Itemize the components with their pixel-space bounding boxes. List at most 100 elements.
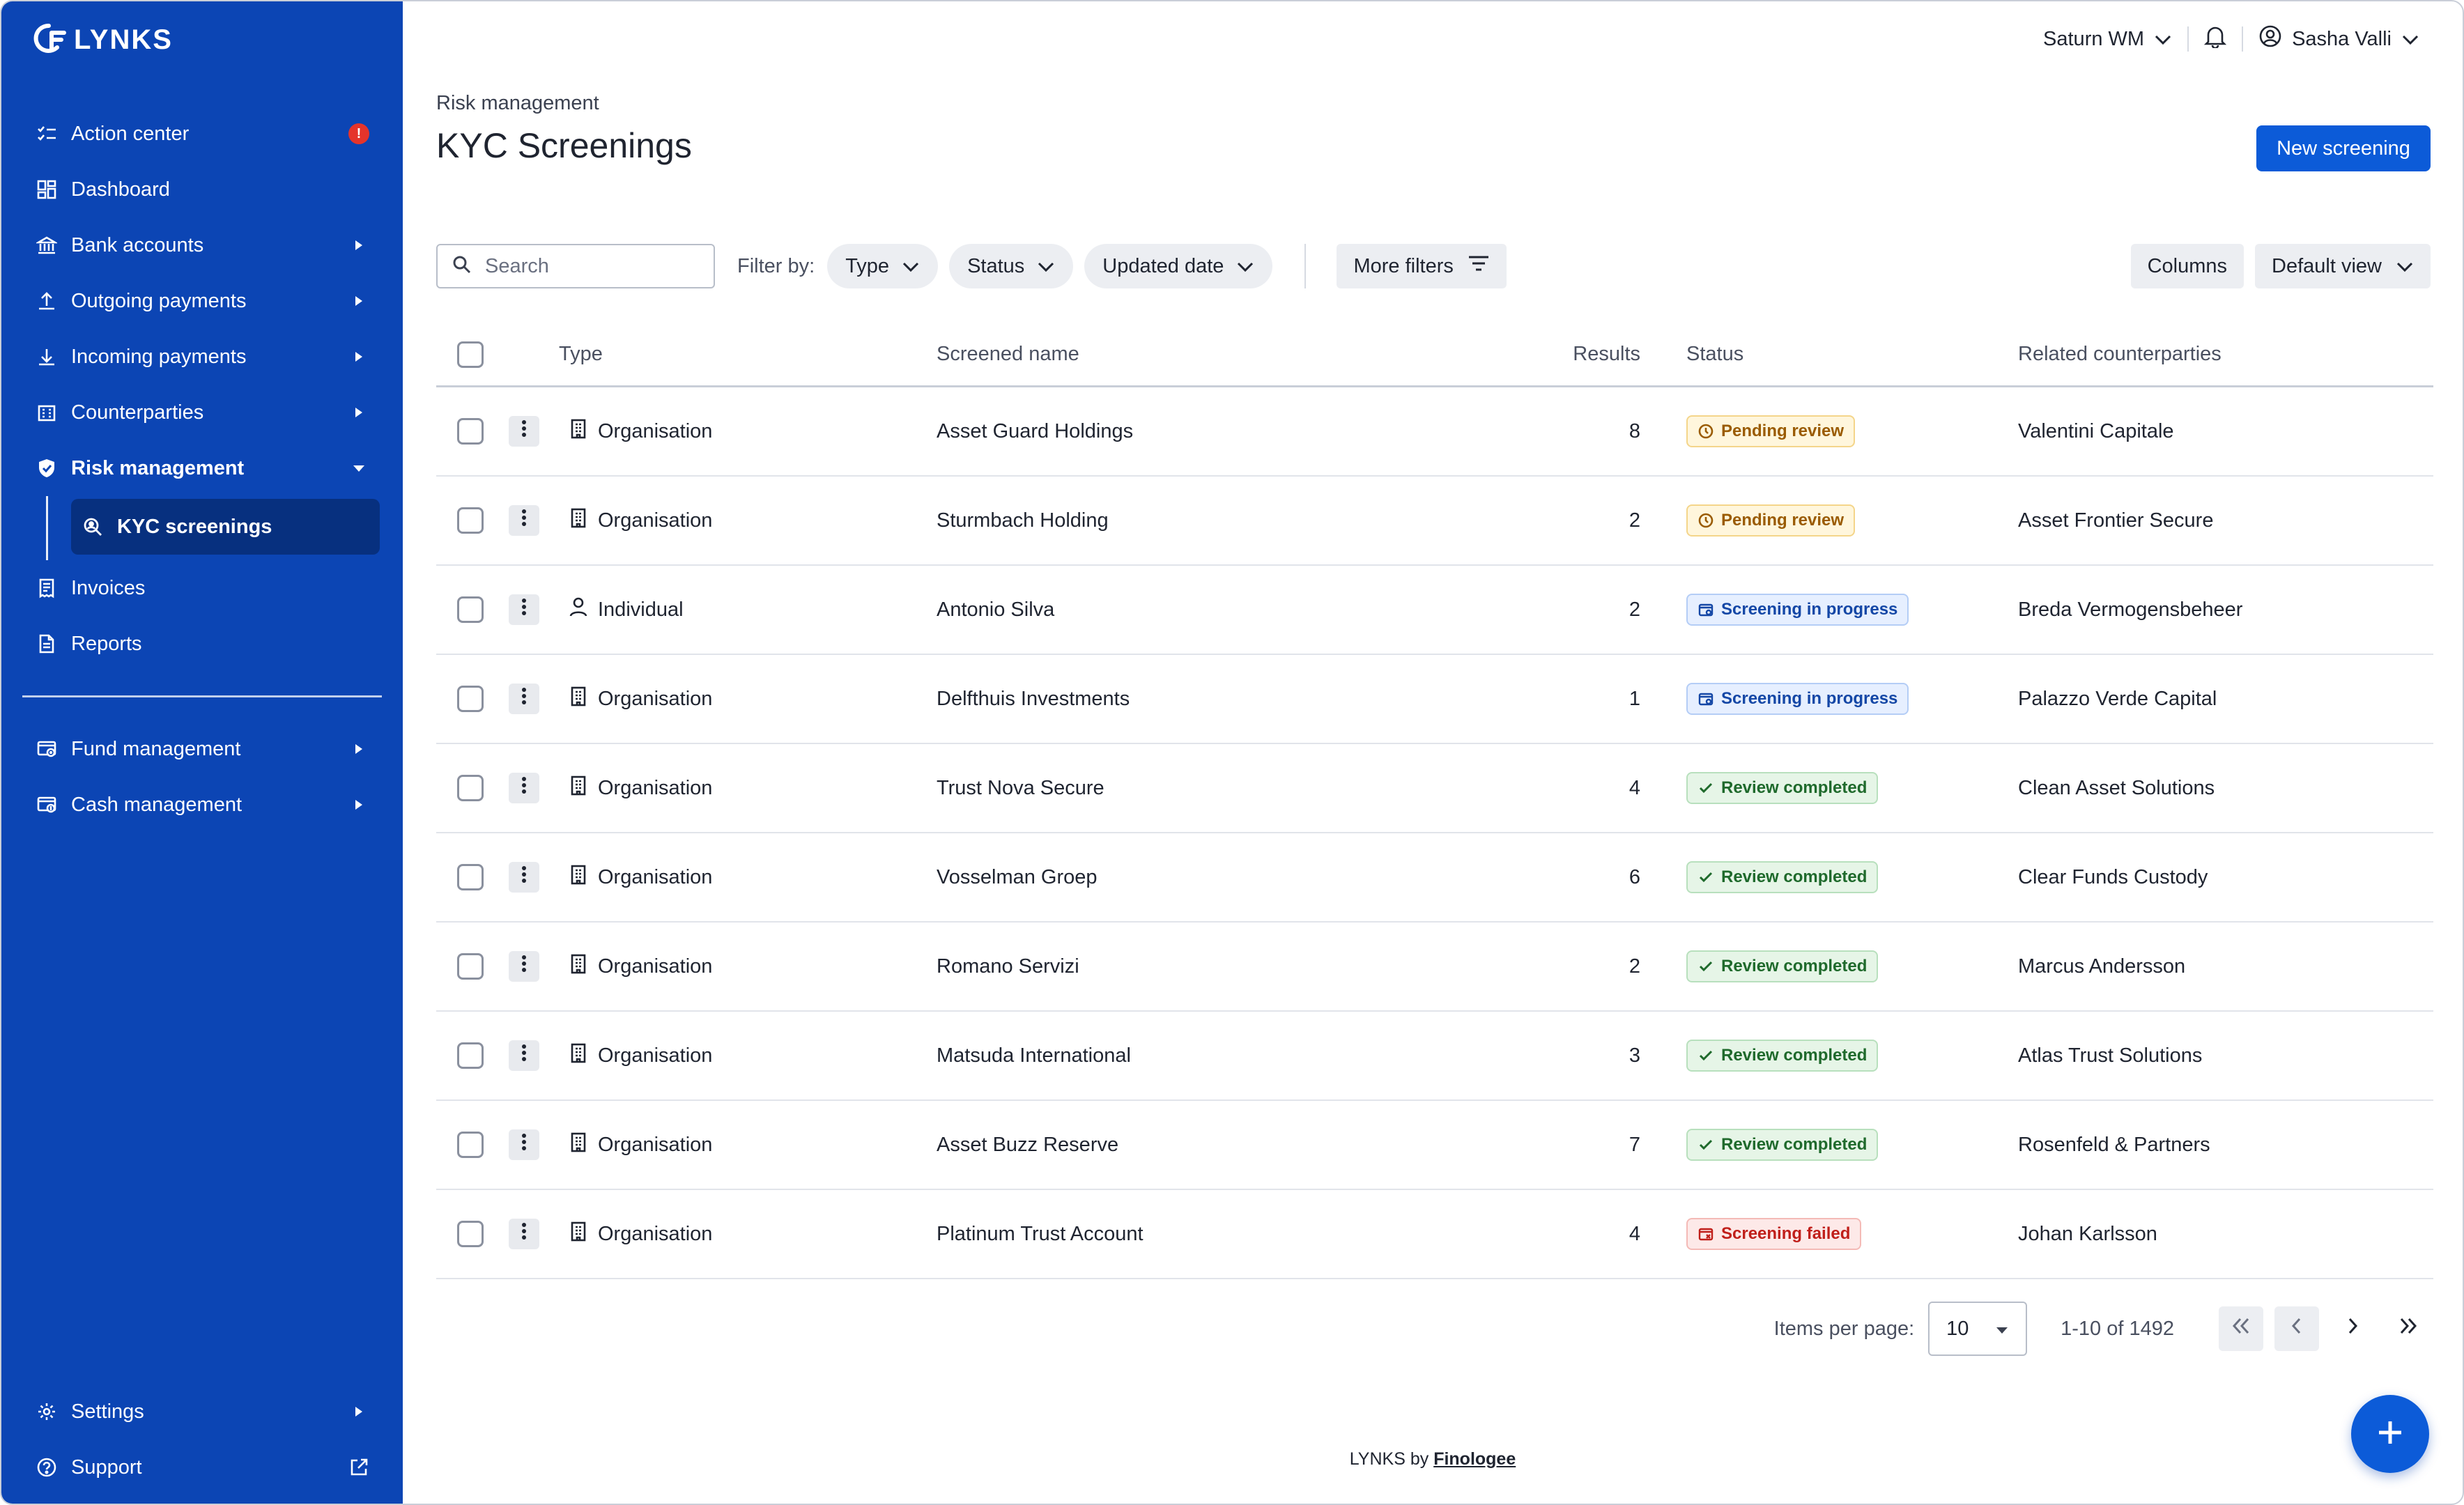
view-selector[interactable]: Default view <box>2255 244 2431 288</box>
search-icon <box>452 254 472 279</box>
row-results: 1 <box>1628 687 1640 710</box>
row-menu-button[interactable] <box>509 862 539 893</box>
table-row[interactable]: Organisation Sturmbach Holding 2 Pending… <box>436 477 2433 566</box>
more-filters-button[interactable]: More filters <box>1337 244 1507 288</box>
row-menu-button[interactable] <box>509 594 539 625</box>
sidebar-item-fund-management[interactable]: Fund management <box>1 721 403 777</box>
table-row[interactable]: Organisation Asset Buzz Reserve 7 Review… <box>436 1101 2433 1190</box>
caret-right-icon <box>348 346 369 367</box>
screening-failed-icon <box>1697 1226 1714 1242</box>
select-all-checkbox[interactable] <box>457 341 484 368</box>
filter-updated-date[interactable]: Updated date <box>1084 244 1273 288</box>
header-status[interactable]: Status <box>1640 343 2018 366</box>
row-type: Individual <box>598 598 684 621</box>
row-screened-name: Sturmbach Holding <box>937 509 1109 532</box>
sidebar-item-reports[interactable]: Reports <box>1 616 403 672</box>
header-type[interactable]: Type <box>559 343 937 366</box>
row-checkbox[interactable] <box>457 1042 484 1069</box>
notifications-button[interactable] <box>2189 18 2242 60</box>
sidebar-item-kyc-screenings[interactable]: KYC screenings <box>71 499 380 555</box>
table-row[interactable]: Organisation Asset Guard Holdings 8 Pend… <box>436 387 2433 477</box>
filter-divider <box>1304 244 1307 288</box>
sidebar-item-counterparties[interactable]: Counterparties <box>1 385 403 440</box>
header-related-counterparties[interactable]: Related counterparties <box>2018 343 2433 366</box>
previous-page-button[interactable] <box>2274 1306 2319 1351</box>
sidebar-item-bank-accounts[interactable]: Bank accounts <box>1 217 403 273</box>
filter-status[interactable]: Status <box>949 244 1074 288</box>
row-menu-button[interactable] <box>509 1040 539 1071</box>
row-screened-name: Romano Servizi <box>937 955 1079 978</box>
next-page-button[interactable] <box>2330 1306 2375 1351</box>
row-menu-button[interactable] <box>509 1129 539 1160</box>
row-results: 3 <box>1628 1044 1640 1067</box>
row-checkbox[interactable] <box>457 596 484 623</box>
row-type: Organisation <box>598 955 713 978</box>
table-row[interactable]: Individual Antonio Silva 2 Screening in … <box>436 566 2433 655</box>
finologee-link[interactable]: Finologee <box>1433 1449 1516 1469</box>
items-per-page-select[interactable]: 10 <box>1928 1302 2028 1356</box>
row-checkbox[interactable] <box>457 864 484 890</box>
row-screened-name: Vosselman Groep <box>937 865 1098 888</box>
table-row[interactable]: Organisation Trust Nova Secure 4 Review … <box>436 744 2433 833</box>
kebab-icon <box>521 776 527 800</box>
row-menu-button[interactable] <box>509 773 539 803</box>
check-icon <box>1697 1136 1714 1153</box>
kebab-icon <box>521 1222 527 1246</box>
breadcrumb[interactable]: Risk management <box>436 92 599 115</box>
row-checkbox[interactable] <box>457 1132 484 1158</box>
user-menu[interactable]: Sasha Valli <box>2243 18 2435 60</box>
building-icon <box>569 1132 588 1158</box>
lynks-logo[interactable]: LYNKS <box>33 21 173 59</box>
row-checkbox[interactable] <box>457 418 484 445</box>
search-box[interactable] <box>436 244 715 288</box>
header-screened-name[interactable]: Screened name <box>937 343 1529 366</box>
row-checkbox[interactable] <box>457 1221 484 1247</box>
table-header: Type Screened name Results Status Relate… <box>436 323 2433 387</box>
caret-right-icon <box>348 402 369 423</box>
screenings-table: Type Screened name Results Status Relate… <box>436 323 2433 1279</box>
row-checkbox[interactable] <box>457 953 484 980</box>
row-menu-button[interactable] <box>509 416 539 447</box>
caret-right-icon <box>348 291 369 311</box>
row-checkbox[interactable] <box>457 507 484 534</box>
add-fab-button[interactable] <box>2351 1395 2429 1473</box>
row-checkbox[interactable] <box>457 775 484 801</box>
row-menu-button[interactable] <box>509 951 539 982</box>
table-row[interactable]: Organisation Vosselman Groep 6 Review co… <box>436 833 2433 923</box>
header-results[interactable]: Results <box>1529 343 1640 366</box>
workspace-switcher[interactable]: Saturn WM <box>2028 18 2187 60</box>
search-input[interactable] <box>485 254 694 278</box>
table-row[interactable]: Organisation Platinum Trust Account 4 Sc… <box>436 1190 2433 1279</box>
sidebar-item-invoices[interactable]: Invoices <box>1 560 403 616</box>
check-icon <box>1697 869 1714 886</box>
last-page-button[interactable] <box>2386 1306 2431 1351</box>
building-icon <box>35 401 59 424</box>
row-results: 8 <box>1628 419 1640 442</box>
table-row[interactable]: Organisation Delfthuis Investments 1 Scr… <box>436 655 2433 744</box>
row-checkbox[interactable] <box>457 686 484 712</box>
row-menu-button[interactable] <box>509 505 539 536</box>
first-page-button[interactable] <box>2219 1306 2263 1351</box>
dashboard-icon <box>35 178 59 201</box>
sidebar-item-outgoing-payments[interactable]: Outgoing payments <box>1 273 403 329</box>
table-row[interactable]: Organisation Romano Servizi 2 Review com… <box>436 923 2433 1012</box>
sidebar-item-support[interactable]: Support <box>1 1440 403 1495</box>
sidebar-divider <box>22 695 382 697</box>
chevron-down-icon <box>1037 255 1055 278</box>
filter-type[interactable]: Type <box>827 244 939 288</box>
row-menu-button[interactable] <box>509 684 539 714</box>
new-screening-button[interactable]: New screening <box>2256 125 2431 171</box>
sidebar-item-risk-management[interactable]: Risk management <box>1 440 403 496</box>
sidebar-item-dashboard[interactable]: Dashboard <box>1 162 403 217</box>
main-content: Saturn WM Sasha Valli Risk management KY… <box>403 1 2463 1504</box>
row-menu-button[interactable] <box>509 1219 539 1249</box>
status-badge: Pending review <box>1686 415 1856 447</box>
caret-down-icon <box>1995 1318 2009 1341</box>
sidebar-item-cash-management[interactable]: Cash management <box>1 777 403 833</box>
table-row[interactable]: Organisation Matsuda International 3 Rev… <box>436 1012 2433 1101</box>
columns-button[interactable]: Columns <box>2130 244 2244 288</box>
sidebar-item-incoming-payments[interactable]: Incoming payments <box>1 329 403 385</box>
sidebar-item-settings[interactable]: Settings <box>1 1384 403 1440</box>
row-screened-name: Trust Nova Secure <box>937 776 1104 799</box>
sidebar-item-action-center[interactable]: Action center ! <box>1 106 403 162</box>
